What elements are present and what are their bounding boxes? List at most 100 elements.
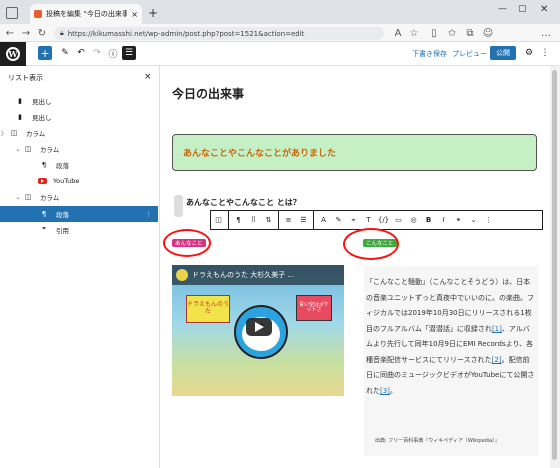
site-favicon-icon xyxy=(34,10,42,18)
citation-source[interactable]: 出典: フリー百科事典『ウィキペディア（Wikipedia）』 xyxy=(375,437,500,444)
chevron-down-icon[interactable]: ⌄ xyxy=(14,194,22,201)
bookmark-icon: ▮ xyxy=(18,113,22,121)
pilcrow-icon: ¶ xyxy=(41,161,47,169)
block-options-icon[interactable]: ⋮ xyxy=(146,210,153,218)
reference-link-2[interactable]: [2] xyxy=(492,356,502,364)
list-item-label: 引用 xyxy=(56,227,69,235)
italic-icon[interactable]: I xyxy=(436,216,451,224)
save-draft-button[interactable]: 下書き保存 xyxy=(412,49,447,59)
bold-icon[interactable]: B xyxy=(421,216,436,224)
youtube-embed[interactable]: ドラえもんのうた 青い空はポケットさ ドラえもんのうた 大杉久美子 ... xyxy=(172,265,344,396)
chevron-right-icon[interactable]: 〉 xyxy=(0,129,8,138)
profile-icon[interactable]: ☺ xyxy=(482,27,494,39)
options-menu-icon[interactable]: ⋮ xyxy=(538,46,552,60)
badge-icon[interactable]: ◎ xyxy=(406,216,421,224)
lock-icon: 🔒︎ xyxy=(60,29,64,37)
reference-link-1[interactable]: [1] xyxy=(492,325,502,333)
forward-icon[interactable]: → xyxy=(20,27,32,39)
highlight-brush-icon[interactable]: ✎ xyxy=(331,216,346,224)
settings-gear-icon[interactable]: ⚙ xyxy=(522,46,536,60)
details-info-icon[interactable]: ⓘ xyxy=(106,46,120,60)
columns-icon: ◫ xyxy=(10,129,18,137)
read-aloud-icon[interactable]: A xyxy=(392,27,404,39)
parent-columns-icon[interactable]: ◫ xyxy=(211,216,226,224)
question-heading[interactable]: あんなことやこんなこと とは？ xyxy=(186,197,301,208)
annotation-circle-right xyxy=(343,228,399,260)
reload-icon[interactable]: ↻ xyxy=(36,27,48,39)
channel-avatar[interactable] xyxy=(176,269,188,281)
drag-handle-icon[interactable]: ⠿ xyxy=(246,216,261,224)
align-icon[interactable]: ≡ xyxy=(281,216,296,224)
list-item-paragraph-1[interactable]: ¶ 段落 xyxy=(0,157,158,173)
list-view-title: リスト表示 xyxy=(8,74,43,82)
url-bar[interactable]: 🔒︎ https://kikumasshi.net/wp-admin/post.… xyxy=(54,27,384,40)
highlight-heading-block[interactable]: あんなことやこんなことがありました xyxy=(172,134,537,171)
video-title[interactable]: ドラえもんのうた 大杉久美子 ... xyxy=(192,270,294,280)
block-drag-handle[interactable] xyxy=(174,195,183,217)
close-tab-icon[interactable]: × xyxy=(131,10,138,19)
link-icon[interactable]: ⚭ xyxy=(451,216,466,224)
text-align-icon[interactable]: ☰ xyxy=(296,216,311,224)
close-window-icon[interactable]: ✕ xyxy=(540,4,548,15)
list-view-button[interactable]: ☰ xyxy=(122,46,136,60)
video-title-bar: ドラえもんのうた 大杉久美子 ... xyxy=(172,265,344,285)
list-item-columns-2[interactable]: ⌄ ◫ カラム xyxy=(0,141,158,157)
format-icon[interactable]: T xyxy=(361,216,376,224)
preview-button[interactable]: プレビュー xyxy=(452,49,487,59)
collections-icon[interactable]: ⧉ xyxy=(464,27,476,39)
post-title[interactable]: 今日の出来事 xyxy=(172,85,244,102)
chevron-down-icon[interactable]: ⌄ xyxy=(14,146,22,153)
favorite-star-icon[interactable]: ☆ xyxy=(408,27,420,39)
wordpress-logo-button[interactable]: W xyxy=(0,42,26,66)
font-icon[interactable]: A xyxy=(316,216,331,224)
book-cover-left: ドラえもんのうた xyxy=(186,295,230,323)
back-icon[interactable]: ← xyxy=(4,27,16,39)
favorites-icon[interactable]: ✩ xyxy=(446,27,458,39)
more-chevron-down-icon[interactable]: ⌄ xyxy=(466,216,481,224)
undo-icon[interactable]: ↶ xyxy=(74,46,88,60)
close-list-view-button[interactable]: × xyxy=(144,72,152,82)
reference-link-3[interactable]: [3] xyxy=(380,387,390,395)
tag-icon[interactable]: ⌖ xyxy=(346,216,361,225)
list-item-quote[interactable]: ❞ 引用 xyxy=(0,222,158,238)
browser-menu-icon[interactable]: … xyxy=(540,27,552,39)
paragraph-block[interactable]: 「こんなこと騒動」（こんなことそうどう）は、日本の音楽ユニットずっと真夜中でいい… xyxy=(366,275,536,399)
pilcrow-icon: ¶ xyxy=(41,210,47,218)
quote-icon: ❞ xyxy=(42,226,46,234)
new-tab-icon[interactable]: + xyxy=(148,6,158,20)
list-item-columns-3[interactable]: ⌄ ◫ カラム xyxy=(0,189,158,205)
scrollbar-thumb[interactable] xyxy=(552,70,557,460)
youtube-icon xyxy=(38,178,47,184)
minimize-icon[interactable]: — xyxy=(498,4,507,14)
list-item-label: 見出し xyxy=(32,114,52,122)
list-item-label: カラム xyxy=(40,146,60,154)
tools-pencil-icon[interactable]: ✎ xyxy=(58,46,72,60)
redo-icon[interactable]: ↷ xyxy=(90,46,104,60)
maximize-icon[interactable]: ▢ xyxy=(518,4,527,14)
block-toolbar: ◫ ¶ ⠿ ⇅ ≡ ☰ A ✎ ⌖ T {/} ▭ ◎ B I ⚭ ⌄ ⋮ xyxy=(210,210,543,230)
wordpress-logo-icon: W xyxy=(6,47,20,61)
list-item-youtube[interactable]: YouTube xyxy=(0,173,158,189)
url-text: https://kikumasshi.net/wp-admin/post.php… xyxy=(67,29,305,38)
tab-actions-icon[interactable] xyxy=(6,7,18,19)
box-icon[interactable]: ▭ xyxy=(391,216,406,224)
browser-tab[interactable]: 投稿を編集 “今日の出来事” ‹ ダウ × xyxy=(30,4,142,24)
list-item-heading-1[interactable]: ▮ 見出し xyxy=(0,93,158,109)
list-item-label: 段落 xyxy=(56,211,69,219)
publish-button[interactable]: 公開 xyxy=(490,46,516,60)
columns-icon: ◫ xyxy=(24,193,32,201)
shortcode-icon[interactable]: {/} xyxy=(376,216,391,224)
columns-icon: ◫ xyxy=(24,145,32,153)
list-item-heading-2[interactable]: ▮ 見出し xyxy=(0,109,158,125)
toolbar-options-icon[interactable]: ⋮ xyxy=(481,216,496,224)
paragraph-type-icon[interactable]: ¶ xyxy=(231,216,246,224)
move-up-down-icon[interactable]: ⇅ xyxy=(261,216,276,224)
tab-title: 投稿を編集 “今日の出来事” ‹ ダウ xyxy=(46,10,128,18)
list-item-columns-1[interactable]: 〉 ◫ カラム xyxy=(0,125,158,141)
list-item-paragraph-selected[interactable]: ¶ 段落 ⋮ xyxy=(0,206,158,222)
play-icon xyxy=(255,322,264,332)
book-cover-right: 青い空はポケットさ xyxy=(296,295,332,321)
split-screen-icon[interactable]: ▯ xyxy=(428,27,440,39)
paragraph-text: 。 xyxy=(389,386,397,395)
add-block-button[interactable]: + xyxy=(38,46,52,60)
